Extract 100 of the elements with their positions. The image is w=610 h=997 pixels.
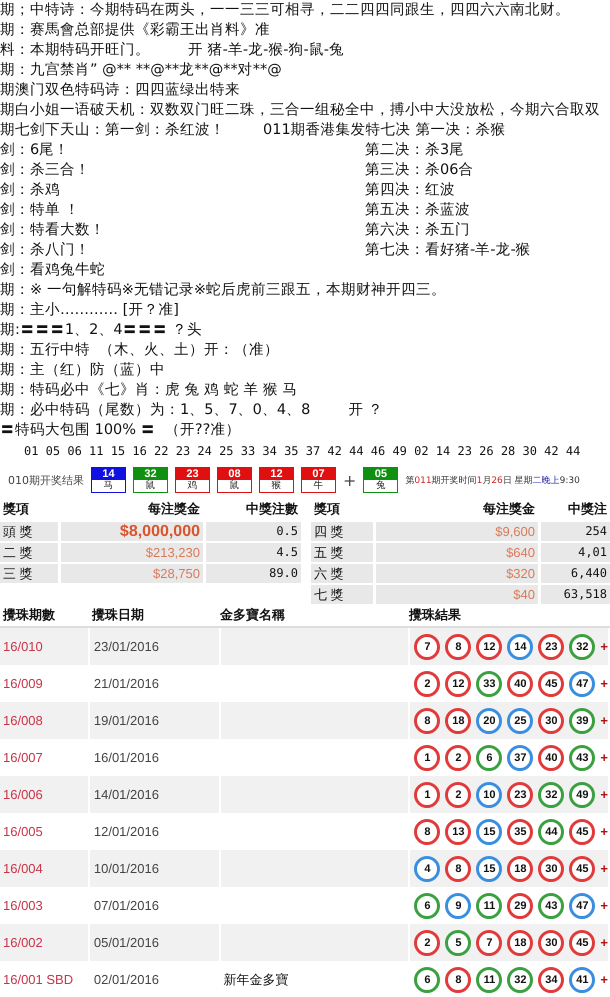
- table-cell: 七 獎: [311, 585, 373, 604]
- text-line: 期七剑下天山：第一剑：杀红波！: [0, 121, 225, 140]
- lottery-ball: 1: [414, 744, 440, 770]
- lottery-ball: 47: [569, 670, 596, 696]
- plus-sign: +: [600, 861, 608, 876]
- lottery-ball: 20: [476, 708, 502, 734]
- lottery-ball: 9: [445, 892, 472, 918]
- lottery-ball: 6: [414, 892, 440, 918]
- text-line: 期；中特诗：今期特码在两头，一一三三可相寻，二二四四同跟生，四四六六南北财。: [0, 0, 570, 20]
- lottery-ball: 45: [569, 818, 596, 844]
- column-header: 獎項: [313, 500, 341, 518]
- text-line: 剑：特单 ！: [0, 201, 81, 220]
- lottery-ball: 37: [507, 744, 534, 770]
- table-cell: 4,01: [541, 543, 610, 562]
- lottery-ball: 14: [507, 634, 534, 660]
- draw-label: 010期开奖结果: [8, 472, 84, 488]
- text-line: 第三决：杀06合: [365, 161, 474, 180]
- table-cell: 4.5: [206, 543, 301, 562]
- lottery-ball: 43: [569, 744, 596, 770]
- table-cell: 14/01/2016: [90, 776, 221, 813]
- lottery-ball: 15: [476, 818, 502, 844]
- lottery-ball: 33: [476, 670, 502, 696]
- plus-sign: +: [600, 713, 608, 728]
- text-line: 期：必中特码（尾数）为：1、5、7、0、4、8: [0, 401, 310, 420]
- lottery-ball: 2: [414, 930, 440, 956]
- text-line: 剑：杀八门！: [0, 240, 91, 260]
- table-cell: 新年金多寶: [220, 961, 410, 997]
- table-cell: 六 獎: [311, 564, 373, 583]
- table-cell: 三 獎: [0, 564, 58, 583]
- number-card: 14 马: [91, 467, 126, 493]
- lottery-ball: 7: [476, 930, 502, 956]
- column-header: 金多寶名稱: [219, 606, 286, 624]
- text-line: 期:〓〓〓1、2、4〓〓〓 ？头: [0, 321, 202, 340]
- text-line: 第六决：杀五门: [365, 220, 470, 240]
- lottery-ball: 4: [414, 856, 440, 882]
- lottery-ball: 8: [414, 818, 440, 844]
- text-line: 期：五行中特 （木、火、土）开：（准）: [0, 341, 280, 360]
- table-cell: 02/01/2016: [90, 961, 221, 997]
- text-line: 第五决：杀蓝波: [365, 201, 470, 220]
- lottery-ball: 11: [476, 966, 502, 992]
- table-cell: 五 獎: [311, 543, 373, 562]
- lottery-ball: 35: [507, 818, 534, 844]
- table-cell: 63,518: [541, 585, 610, 604]
- table-cell: 16/008: [0, 702, 90, 739]
- lottery-ball: 45: [569, 930, 596, 956]
- column-header: 獎項: [2, 500, 30, 518]
- lottery-ball: 49: [569, 782, 596, 808]
- next-draw-time: 第011期开奖时间1月 26日 星期二晚上9:30: [405, 474, 580, 486]
- lottery-ball: 11: [476, 892, 502, 918]
- text-line: 剑：特看大数！: [0, 221, 106, 240]
- column-header: 每注獎金: [482, 500, 536, 518]
- lottery-ball: 44: [538, 818, 564, 844]
- lottery-ball: 7: [414, 634, 440, 660]
- lottery-ball: 8: [445, 634, 472, 660]
- table-cell: $640: [376, 543, 538, 562]
- plus-sign: +: [600, 787, 608, 802]
- table-cell: 6,440: [541, 564, 610, 583]
- text-line: 期：赛馬會总部提供《彩霸王出肖料》准: [0, 20, 270, 40]
- plus-sign: +: [600, 676, 608, 691]
- lottery-ball: 8: [445, 966, 472, 992]
- text-line: 开 猪-羊-龙-猴-狗-鼠-兔: [188, 41, 344, 60]
- lottery-ball: 2: [445, 782, 472, 808]
- table-cell: 19/01/2016: [90, 702, 221, 739]
- plus-sign: +: [600, 639, 608, 654]
- lottery-ball: 47: [569, 892, 596, 918]
- table-cell: 16/001 SBD: [0, 961, 90, 997]
- lottery-ball: 25: [507, 708, 534, 734]
- table-cell: 16/006: [0, 776, 90, 813]
- lottery-ball: 2: [445, 744, 472, 770]
- number-card: 05 兔: [363, 467, 398, 493]
- text-line: 期白小姐一语破天机：双数双门旺二珠，三合一组秘全中，搏小中大没放松，今期六合取双: [0, 100, 600, 120]
- lottery-ball: 40: [538, 744, 564, 770]
- lottery-ball: 41: [569, 966, 596, 992]
- plus-sign: +: [600, 750, 608, 765]
- table-cell: 二 獎: [0, 543, 58, 562]
- number-card: 12 猴: [259, 467, 294, 493]
- text-line: 第二决：杀3尾: [365, 141, 464, 160]
- table-cell: 16/002: [0, 924, 90, 961]
- lottery-ball: 30: [538, 930, 564, 956]
- text-line: 剑：杀三合！: [0, 161, 91, 180]
- lottery-ball: 8: [445, 856, 472, 882]
- table-cell: $320: [376, 564, 538, 583]
- plus-sign: +: [600, 824, 608, 839]
- number-list: 01 05 06 11 15 16 22 23 24 25 33 34 35 37 42 44 46 49 02 14 23 26 28 30 42 44: [24, 444, 580, 458]
- plus-sign: +: [343, 470, 356, 490]
- column-header: 中獎注: [567, 500, 608, 518]
- lottery-ball: 23: [538, 634, 564, 660]
- table-cell: 16/004: [0, 850, 90, 887]
- plus-sign: +: [600, 898, 608, 913]
- plus-sign: +: [600, 935, 608, 950]
- table-cell: 頭 獎: [0, 522, 58, 541]
- lottery-ball: 32: [507, 966, 534, 992]
- lottery-ball: 10: [476, 782, 502, 808]
- table-cell: $8,000,000: [61, 522, 203, 541]
- text-line: 期：九宫禁肖” @** **@**龙**@**对**@: [0, 60, 282, 80]
- table-cell: 0.5: [206, 522, 301, 541]
- text-line: 〓特码大包围 100% 〓 （开??准）: [0, 421, 240, 440]
- text-line: 开 ？: [348, 401, 383, 420]
- lottery-ball: 5: [445, 930, 472, 956]
- lottery-ball: 15: [476, 856, 502, 882]
